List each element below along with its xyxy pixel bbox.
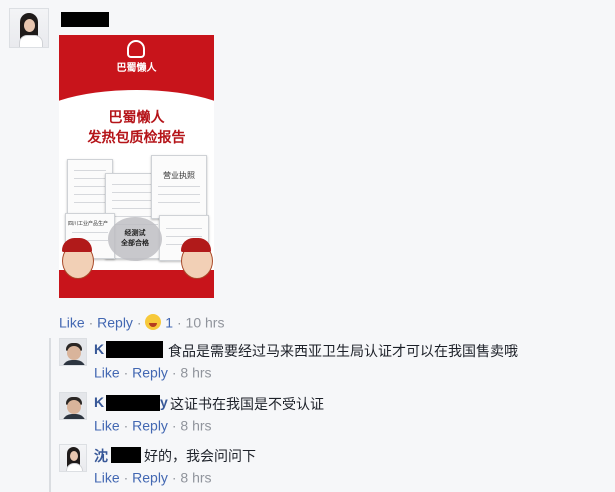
reply-1-comment: K (94, 341, 104, 358)
like-link[interactable]: Like (94, 417, 120, 433)
approval-stamp: 经测试 全部合格 (108, 217, 162, 261)
commenter-name[interactable]: K (94, 394, 104, 410)
like-link[interactable]: Like (59, 314, 85, 330)
redacted-name (111, 447, 141, 463)
brand-logo-icon (127, 40, 145, 58)
attached-image[interactable]: 巴蜀懒人 巴蜀懒人 发热包质检报告 营业执照 四川工业产品生产 经测试 全部合格 (59, 35, 214, 298)
avatar[interactable] (59, 444, 87, 472)
like-link[interactable]: Like (94, 469, 120, 485)
document-right: 营业执照 (151, 155, 207, 219)
laughing-emoji-icon[interactable] (145, 314, 162, 331)
image-title-line2: 发热包质检报告 (87, 130, 186, 146)
comment-text: 这证书在我国是不受认证 (170, 397, 324, 413)
reply-link[interactable]: Reply (97, 314, 133, 330)
commenter-name[interactable]: 沈 (94, 449, 108, 465)
reply-link[interactable]: Reply (132, 417, 168, 433)
document-title: 营业执照 (163, 171, 195, 180)
thread-line (49, 338, 51, 492)
reply-3-actions: Like · Reply · 8 hrs (94, 469, 212, 486)
reply-2-comment: K (94, 394, 104, 411)
avatar[interactable] (59, 392, 87, 420)
mascot-left-icon (62, 238, 94, 279)
reply-2-actions: Like · Reply · 8 hrs (94, 417, 212, 434)
mascot-right-icon (181, 238, 213, 279)
like-link[interactable]: Like (94, 364, 120, 380)
image-brand: 巴蜀懒人 (116, 63, 157, 74)
comment-text: 食品是需要经过马来西亚卫生局认证才可以在我国售卖哦 (168, 344, 518, 360)
timestamp[interactable]: 10 hrs (186, 314, 225, 330)
commenter-name[interactable]: K (94, 341, 104, 357)
commenter-name-tail[interactable]: y (160, 394, 168, 410)
reaction-count[interactable]: 1 (165, 314, 173, 330)
image-title-line1: 巴蜀懒人 (108, 110, 165, 126)
reply-1-actions: Like · Reply · 8 hrs (94, 364, 212, 381)
document-left-title: 四川工业产品生产 (68, 221, 109, 227)
timestamp[interactable]: 8 hrs (180, 364, 211, 380)
reply-3-comment: 沈 (94, 446, 108, 466)
avatar[interactable] (59, 338, 87, 366)
reply-link[interactable]: Reply (132, 364, 168, 380)
redacted-name (106, 395, 160, 411)
avatar[interactable] (9, 8, 49, 48)
reply-link[interactable]: Reply (132, 469, 168, 485)
timestamp[interactable]: 8 hrs (180, 417, 211, 433)
comment-text: 好的，我会问问下 (144, 449, 256, 465)
reply-2-name-tail: y (160, 394, 168, 411)
redacted-name (106, 341, 163, 358)
timestamp[interactable]: 8 hrs (180, 469, 211, 485)
redacted-name (61, 12, 109, 27)
post-actions: Like · Reply · 1 · 10 hrs (59, 314, 225, 331)
